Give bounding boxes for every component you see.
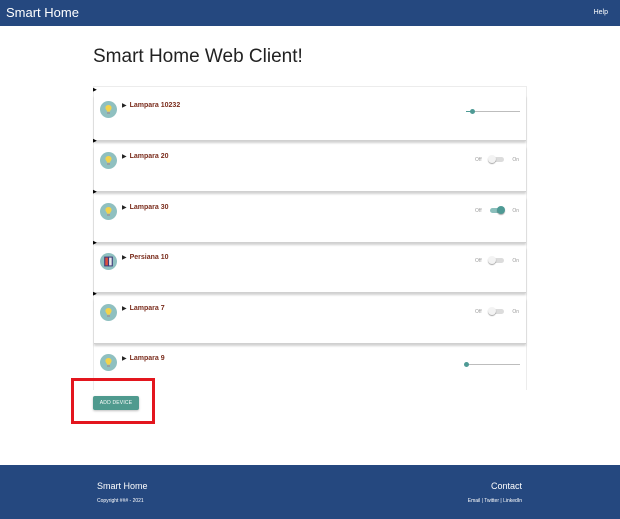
- brightness-slider[interactable]: [464, 362, 520, 368]
- add-device-button[interactable]: ADD DEVICE: [93, 396, 139, 410]
- device-name-toggle[interactable]: ▶ Persiana 10: [122, 254, 169, 261]
- lightbulb-icon: [100, 304, 117, 321]
- switch-on-label: On: [512, 157, 519, 163]
- switch-on-label: On: [512, 258, 519, 264]
- email-link[interactable]: Email: [468, 498, 481, 504]
- device-card: ▶ Lampara 30 Off On: [94, 197, 526, 243]
- slider-thumb[interactable]: [464, 362, 469, 367]
- device-name-toggle[interactable]: ▶ Lampara 10232: [122, 102, 180, 109]
- switch-on-label: On: [512, 309, 519, 315]
- switch-knob[interactable]: [488, 256, 496, 264]
- help-link[interactable]: Help: [594, 9, 608, 16]
- switch-off-label: Off: [475, 157, 482, 163]
- footer-copyright: Copyright ### - 2021: [97, 498, 144, 504]
- switch-knob[interactable]: [497, 206, 505, 214]
- device-name-toggle[interactable]: ▶ Lampara 9: [122, 355, 165, 362]
- device-card: ▶ Lampara 7 Off On: [94, 298, 526, 344]
- lightbulb-icon: [100, 152, 117, 169]
- brightness-slider[interactable]: [466, 109, 520, 115]
- switch-knob[interactable]: [488, 155, 496, 163]
- footer-contact-title: Contact: [490, 481, 522, 491]
- device-name-toggle[interactable]: ▶ Lampara 30: [122, 204, 169, 211]
- switch-on-label: On: [512, 208, 519, 214]
- power-switch[interactable]: Off On: [475, 256, 519, 266]
- lightbulb-icon: [100, 354, 117, 371]
- lightbulb-icon: [100, 101, 117, 118]
- twitter-link[interactable]: Twitter: [484, 498, 499, 504]
- device-name-toggle[interactable]: ▶ Lampara 7: [122, 305, 165, 312]
- switch-off-label: Off: [475, 258, 482, 264]
- navbar-brand[interactable]: Smart Home: [6, 5, 79, 20]
- footer: Smart Home Copyright ### - 2021 Contact …: [0, 465, 620, 519]
- switch-off-label: Off: [475, 208, 482, 214]
- expand-marker-icon: ▶: [93, 189, 97, 195]
- switch-off-label: Off: [475, 309, 482, 315]
- power-switch[interactable]: Off On: [475, 155, 519, 165]
- expand-marker-icon: ▶: [93, 138, 97, 144]
- linkedin-link[interactable]: LinkedIn: [503, 498, 522, 504]
- slider-thumb[interactable]: [470, 109, 476, 114]
- device-name-toggle[interactable]: ▶ Lampara 20: [122, 153, 169, 160]
- device-list: ▶ ▶ Lampara 10232 ▶ ▶ Lampara 20 Off On ▶ …: [93, 86, 527, 394]
- expand-marker-icon: ▶: [93, 87, 97, 93]
- expand-marker-icon: ▶: [93, 291, 97, 297]
- device-card: ▶ Lampara 20 Off On: [94, 146, 526, 192]
- power-switch[interactable]: Off On: [475, 307, 519, 317]
- footer-links: Email | Twitter | LinkedIn: [467, 498, 522, 504]
- device-card: ▶ Persiana 10 Off On: [94, 247, 526, 293]
- switch-knob[interactable]: [488, 307, 496, 315]
- power-switch[interactable]: Off On: [475, 206, 519, 216]
- device-card: ▶ Lampara 10232: [94, 95, 526, 141]
- device-card: ▶ Lampara 9: [94, 348, 526, 394]
- footer-brand: Smart Home: [97, 481, 148, 491]
- lightbulb-icon: [100, 203, 117, 220]
- top-navbar: Smart Home Help: [0, 0, 620, 26]
- window-blind-icon: [100, 253, 117, 270]
- expand-marker-icon: ▶: [93, 240, 97, 246]
- page-title: Smart Home Web Client!: [93, 46, 303, 67]
